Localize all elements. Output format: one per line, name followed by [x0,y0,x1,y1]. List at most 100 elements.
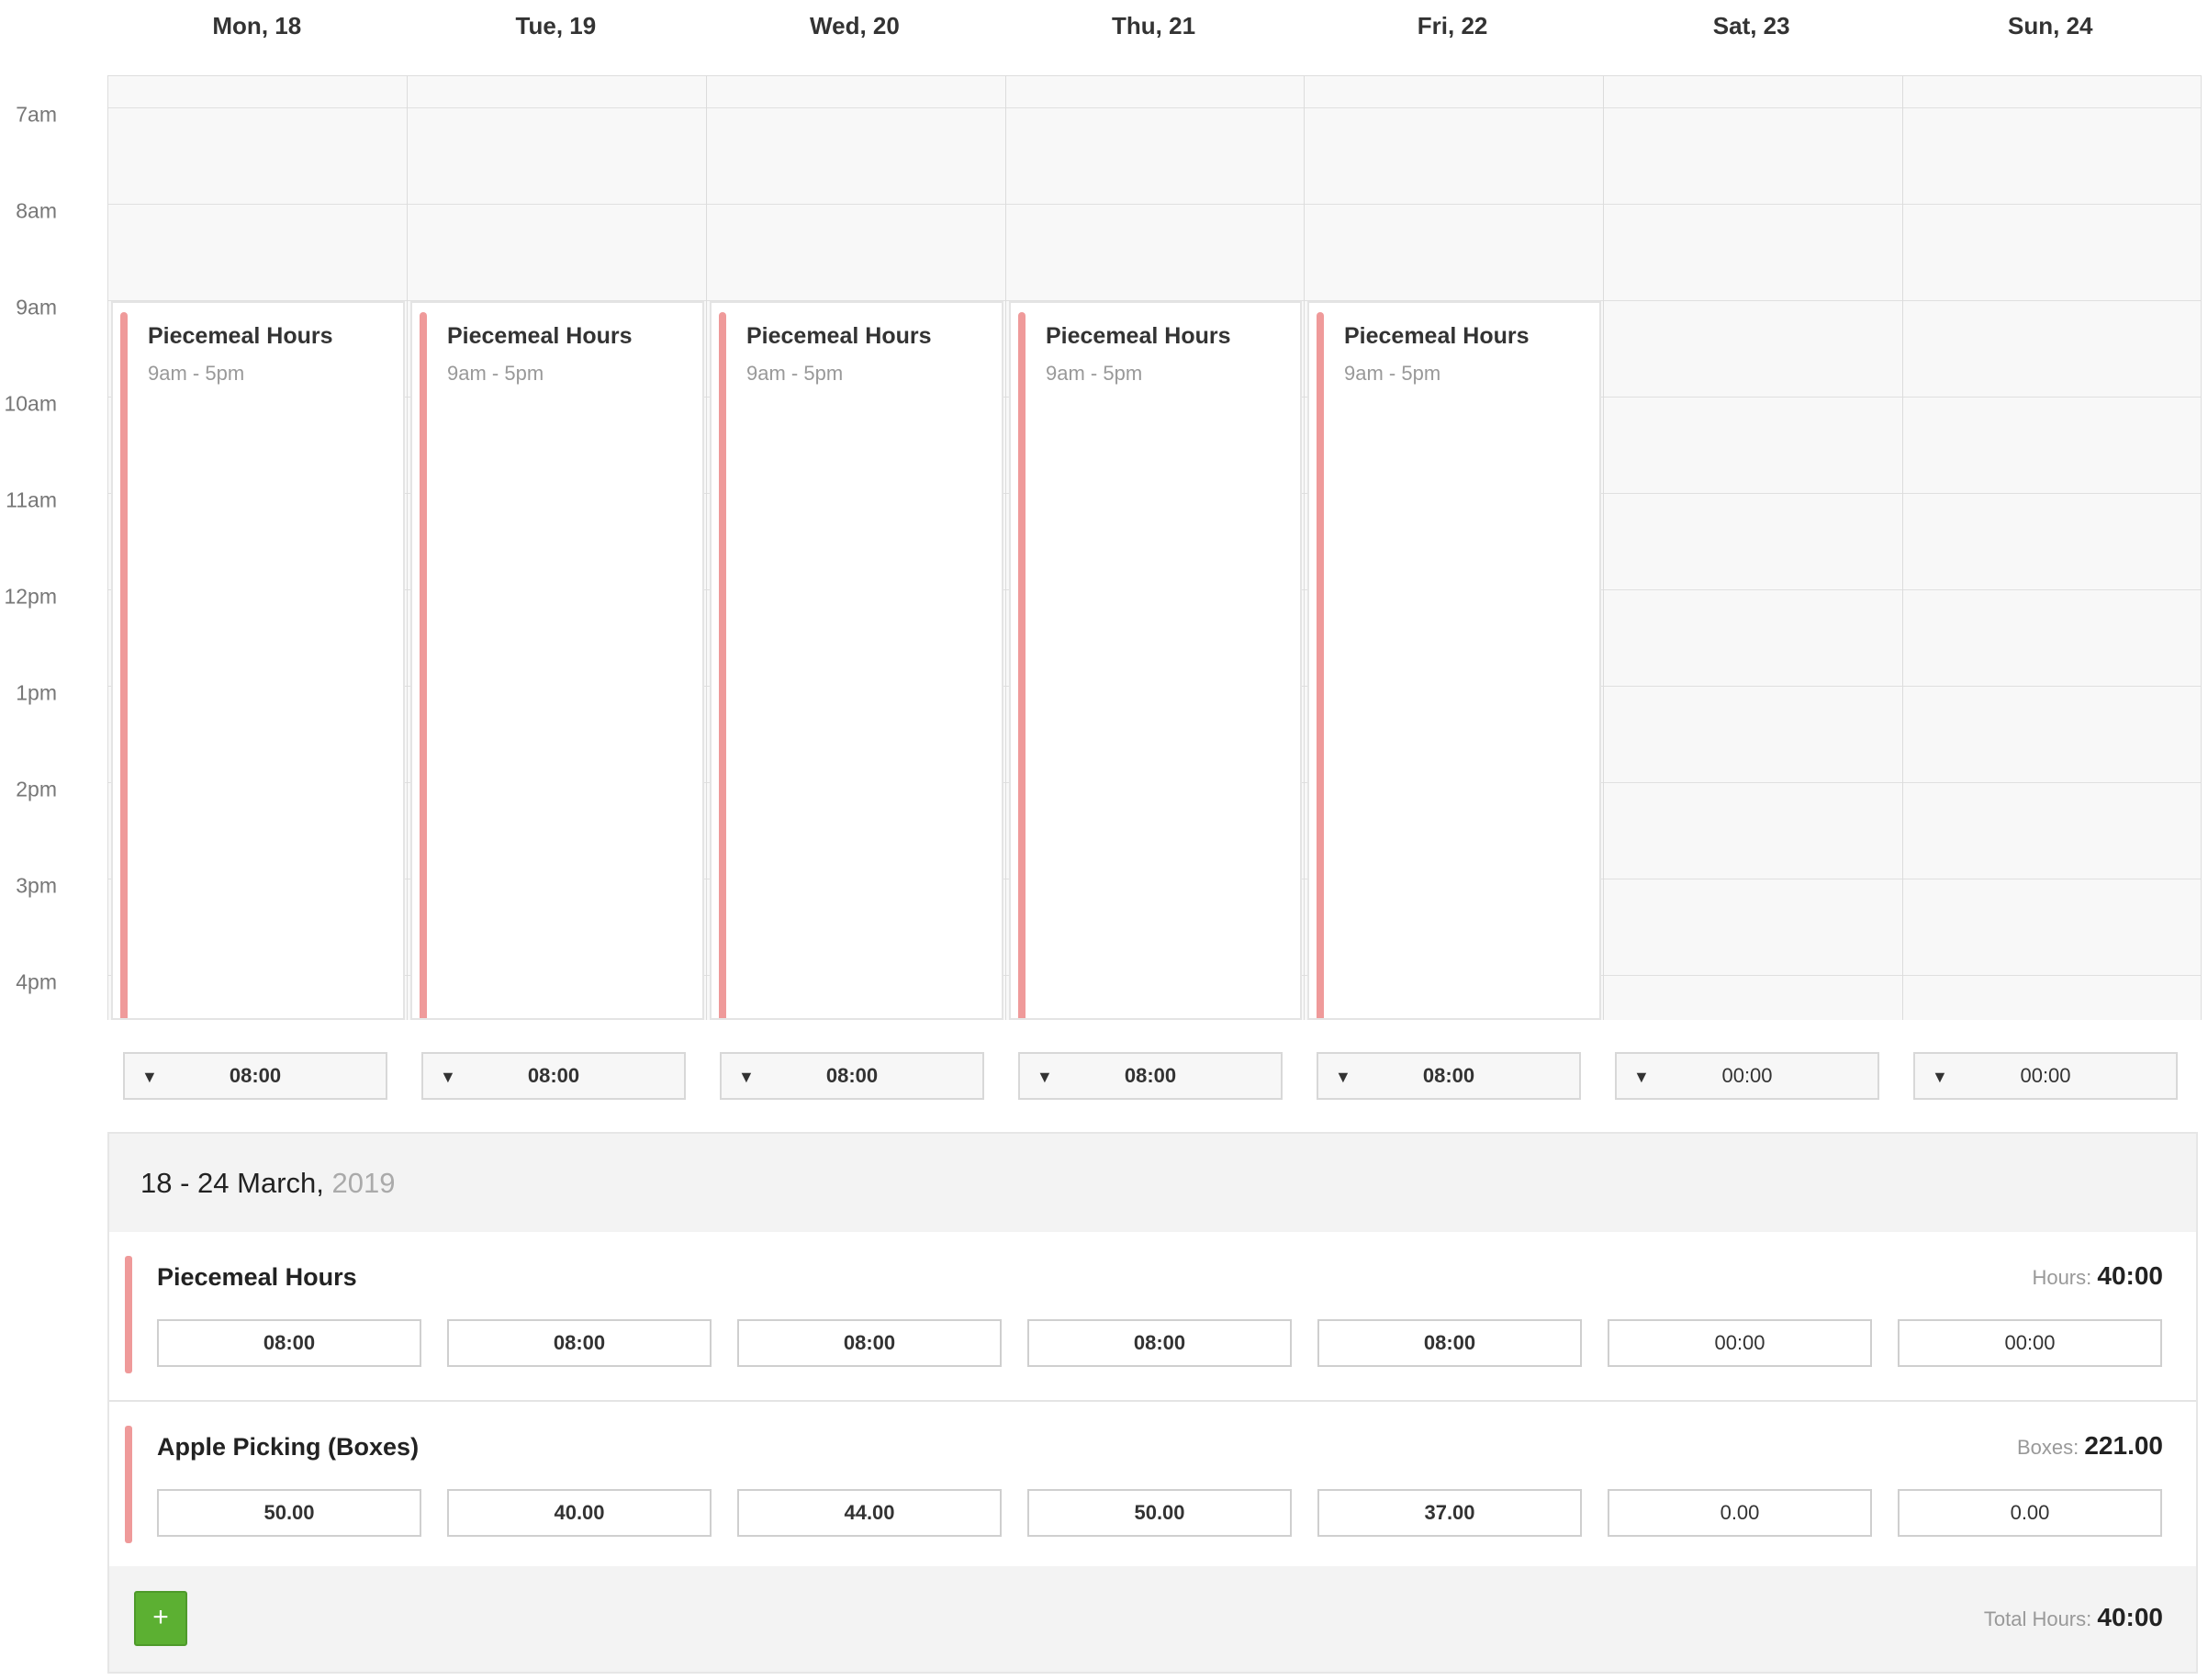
time-label: 9am [16,295,57,319]
event-color-bar [1018,312,1026,1018]
calendar-event[interactable]: Piecemeal Hours 9am - 5pm [410,301,704,1020]
boxes-input[interactable]: 50.00 [1027,1489,1292,1537]
week-year: 2019 [331,1167,396,1199]
add-row-button[interactable]: + [134,1591,187,1646]
day-header: Tue, 19 [515,12,597,39]
hours-input[interactable]: 08:00 [1027,1319,1292,1367]
row-total: Hours: 40:00 [2032,1261,2163,1291]
day-header: Sat, 23 [1712,12,1790,39]
day-header: Thu, 21 [1112,12,1196,39]
total-hours-value: 40:00 [2097,1603,2163,1631]
week-calendar-grid[interactable]: Piecemeal Hours 9am - 5pm Piecemeal Hour… [107,75,2202,1020]
boxes-input[interactable]: 44.00 [737,1489,1002,1537]
boxes-input[interactable]: 40.00 [447,1489,712,1537]
daily-total-value: 08:00 [527,1064,580,1087]
boxes-input[interactable]: 0.00 [1608,1489,1872,1537]
time-axis: 7am 8am 9am 10am 11am 12pm 1pm 2pm 3pm 4… [0,0,101,1019]
time-label: 12pm [4,584,57,609]
week-title: 18 - 24 March, 2019 [140,1167,395,1200]
week-range: 18 - 24 March, [140,1167,324,1199]
event-color-bar [719,312,726,1018]
time-label: 1pm [16,680,57,705]
daily-total-dropdown[interactable]: ▼ 08:00 [1018,1052,1283,1100]
day-divider [407,76,408,1020]
row-total-label: Boxes: [2016,1436,2079,1459]
daily-total-dropdown[interactable]: ▼ 08:00 [123,1052,387,1100]
event-color-bar [120,312,128,1018]
row-color-bar [125,1256,132,1373]
day-divider [1902,76,1903,1020]
daily-total-value: 08:00 [825,1064,879,1087]
event-title: Piecemeal Hours [1046,323,1231,349]
row-title: Piecemeal Hours [157,1263,357,1291]
day-divider [1304,76,1305,1020]
event-color-bar [420,312,427,1018]
daily-total-dropdown[interactable]: ▼ 00:00 [1913,1052,2178,1100]
daily-total-value: 08:00 [229,1064,282,1087]
summary-footer: + Total Hours: 40:00 [109,1566,2196,1672]
boxes-input[interactable]: 0.00 [1898,1489,2162,1537]
event-time: 9am - 5pm [1046,362,1143,385]
calendar-event[interactable]: Piecemeal Hours 9am - 5pm [1009,301,1302,1020]
time-label: 10am [4,391,57,416]
day-divider [706,76,707,1020]
weekly-summary-panel: 18 - 24 March, 2019 Piecemeal Hours Hour… [107,1132,2198,1674]
time-label: 7am [16,102,57,127]
hours-input[interactable]: 08:00 [737,1319,1002,1367]
time-label: 8am [16,198,57,223]
day-header: Mon, 18 [212,12,302,39]
daily-total-dropdown[interactable]: ▼ 08:00 [421,1052,686,1100]
event-title: Piecemeal Hours [1344,323,1530,349]
hour-line [108,204,2201,205]
daily-total-value: 08:00 [1422,1064,1475,1087]
row-total-value: 221.00 [2084,1431,2163,1460]
boxes-input[interactable]: 50.00 [157,1489,421,1537]
summary-row-piecemeal-hours: Piecemeal Hours Hours: 40:00 08:00 08:00… [109,1232,2196,1402]
hour-line [108,107,2201,108]
daily-total-dropdown[interactable]: ▼ 00:00 [1615,1052,1879,1100]
total-hours: Total Hours: 40:00 [1984,1603,2163,1632]
hours-input[interactable]: 00:00 [1608,1319,1872,1367]
day-header: Wed, 20 [810,12,900,39]
time-label: 2pm [16,777,57,801]
event-title: Piecemeal Hours [148,323,333,349]
plus-icon: + [152,1602,169,1632]
hours-input[interactable]: 08:00 [157,1319,421,1367]
row-total-value: 40:00 [2097,1261,2163,1290]
day-header: Sun, 24 [2008,12,2093,39]
total-hours-label: Total Hours: [1983,1607,2092,1630]
daily-total-dropdown[interactable]: ▼ 08:00 [720,1052,984,1100]
event-title: Piecemeal Hours [447,323,633,349]
event-title: Piecemeal Hours [746,323,932,349]
day-header: Fri, 22 [1417,12,1488,39]
daily-total-value: 08:00 [1124,1064,1177,1087]
event-time: 9am - 5pm [746,362,844,385]
hours-input[interactable]: 08:00 [447,1319,712,1367]
row-inputs: 08:00 08:00 08:00 08:00 08:00 00:00 00:0… [157,1319,2168,1369]
boxes-input[interactable]: 37.00 [1317,1489,1582,1537]
time-label: 3pm [16,873,57,898]
summary-header: 18 - 24 March, 2019 [109,1134,2196,1234]
calendar-event[interactable]: Piecemeal Hours 9am - 5pm [1307,301,1601,1020]
daily-totals-row: ▼ 08:00 ▼ 08:00 ▼ 08:00 ▼ 08:00 ▼ 08:00 … [107,1052,2200,1102]
event-time: 9am - 5pm [148,362,245,385]
calendar-event[interactable]: Piecemeal Hours 9am - 5pm [710,301,1003,1020]
row-total: Boxes: 221.00 [2017,1431,2163,1461]
row-total-label: Hours: [2032,1266,2092,1289]
daily-total-dropdown[interactable]: ▼ 08:00 [1317,1052,1581,1100]
hours-input[interactable]: 00:00 [1898,1319,2162,1367]
time-label: 4pm [16,969,57,994]
hours-input[interactable]: 08:00 [1317,1319,1582,1367]
time-label: 11am [6,487,57,512]
event-time: 9am - 5pm [447,362,544,385]
row-inputs: 50.00 40.00 44.00 50.00 37.00 0.00 0.00 [157,1489,2168,1539]
day-header-row: Mon, 18 Tue, 19 Wed, 20 Thu, 21 Fri, 22 … [107,0,2200,55]
row-color-bar [125,1426,132,1543]
daily-total-value: 00:00 [2020,1064,2071,1087]
event-color-bar [1317,312,1324,1018]
event-time: 9am - 5pm [1344,362,1441,385]
calendar-event[interactable]: Piecemeal Hours 9am - 5pm [111,301,405,1020]
day-divider [1603,76,1604,1020]
day-divider [1005,76,1006,1020]
daily-total-value: 00:00 [1721,1064,1773,1087]
